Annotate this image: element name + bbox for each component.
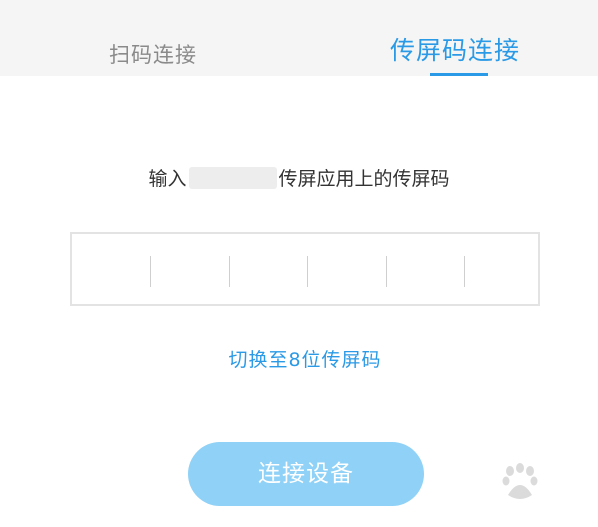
tab-scan-connect[interactable]: 扫码连接 [95,0,213,76]
tab-code-connect[interactable]: 传屏码连接 [380,0,540,76]
digit-separator [229,256,230,287]
baidu-jingyan-watermark-logo [502,463,538,499]
instruction-prefix: 输入 [148,168,187,190]
switch-to-8-digit-link[interactable]: 切换至8位传屏码 [0,345,598,372]
tab-bar: 扫码连接 传屏码连接 [0,0,598,76]
digit-separator [307,256,308,287]
share-code-input[interactable] [70,232,540,306]
screen-share-connect-page: 扫码连接 传屏码连接 输入 传屏应用上的传屏码 切换至8位传屏码 连接设备 [0,0,598,527]
digit-separator [386,256,387,287]
redacted-app-name [188,167,277,189]
active-tab-indicator [430,73,488,76]
instruction-suffix: 传屏应用上的传屏码 [278,168,450,190]
tab-scan-connect-label: 扫码连接 [109,43,197,67]
digit-separator [464,256,465,287]
connect-device-button[interactable]: 连接设备 [188,442,424,506]
tab-code-connect-label: 传屏码连接 [390,36,521,65]
instruction-text: 输入 传屏应用上的传屏码 [0,165,598,193]
digit-separator [150,256,151,287]
